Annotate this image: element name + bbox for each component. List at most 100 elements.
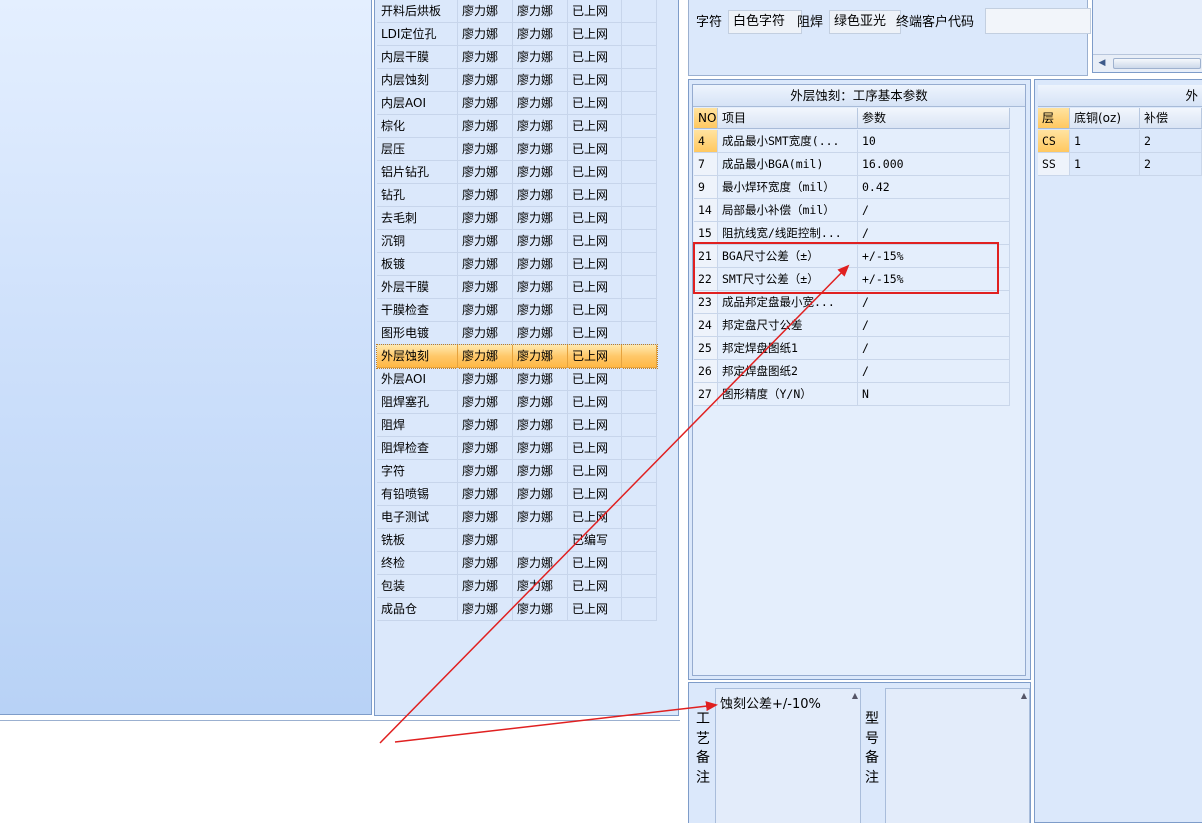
param-row[interactable]: 24 邦定盘尺寸公差 / (694, 314, 1010, 337)
process-empty-cell (622, 575, 657, 598)
process-row[interactable]: 成品仓 廖力娜 廖力娜 已上网 (377, 598, 657, 621)
process-row[interactable]: 板镀 廖力娜 廖力娜 已上网 (377, 253, 657, 276)
param-row[interactable]: 26 邦定焊盘图纸2/ (694, 360, 1010, 383)
process-operator-cell (513, 529, 568, 552)
process-row[interactable]: 内层蚀刻 廖力娜 廖力娜 已上网 (377, 69, 657, 92)
process-empty-cell (622, 460, 657, 483)
param-row[interactable]: 25 邦定焊盘图纸1/ (694, 337, 1010, 360)
param-row[interactable]: 27 图形精度（Y/N） N (694, 383, 1010, 406)
process-name-cell: 成品仓 (377, 598, 458, 621)
process-row[interactable]: 开料后烘板 廖力娜 廖力娜 已上网 (377, 0, 657, 23)
customer-code-input[interactable] (985, 8, 1091, 34)
process-operator-cell: 廖力娜 (458, 69, 513, 92)
process-operator-cell: 廖力娜 (458, 322, 513, 345)
process-row[interactable]: 钻孔 廖力娜 廖力娜 已上网 (377, 184, 657, 207)
layer-header-layer[interactable]: 层 (1038, 108, 1070, 129)
process-row[interactable]: 电子测试 廖力娜 廖力娜 已上网 (377, 506, 657, 529)
layer-row[interactable]: SS 1 2 (1038, 153, 1202, 176)
process-operator-cell: 廖力娜 (513, 437, 568, 460)
model-note-label: 型 号 备 注 (865, 711, 879, 786)
param-value-cell: 16.000 (858, 153, 1010, 176)
param-row[interactable]: 23 成品邦定盘最小宽... / (694, 291, 1010, 314)
process-status-cell: 已上网 (568, 483, 622, 506)
param-item-cell: 局部最小补偿（mil） (718, 199, 858, 222)
process-row[interactable]: 图形电镀 廖力娜 廖力娜 已上网 (377, 322, 657, 345)
process-row[interactable]: 外层蚀刻 廖力娜 廖力娜 已上网 (376, 344, 658, 369)
process-empty-cell (622, 92, 657, 115)
note-scroll-up-icon[interactable]: ▲ (852, 691, 858, 700)
process-name-cell: 外层蚀刻 (377, 345, 458, 368)
process-row[interactable]: 干膜检查 廖力娜 廖力娜 已上网 (377, 299, 657, 322)
process-name-cell: 电子测试 (377, 506, 458, 529)
process-row[interactable]: 沉铜 廖力娜 廖力娜 已上网 (377, 230, 657, 253)
param-value-cell: N (858, 383, 1010, 406)
param-no-cell: 24 (694, 314, 718, 337)
char-field[interactable]: 白色字符 (728, 10, 802, 34)
horizontal-scrollbar[interactable]: ◀ (1093, 54, 1202, 71)
process-row[interactable]: 有铅喷锡 廖力娜 廖力娜 已上网 (377, 483, 657, 506)
param-row[interactable]: 22 SMT尺寸公差（±） +/-15% (694, 268, 1010, 291)
param-header-no[interactable]: NO (694, 108, 718, 129)
param-no-cell: 7 (694, 153, 718, 176)
process-row[interactable]: 阻焊检查 廖力娜 廖力娜 已上网 (377, 437, 657, 460)
process-row[interactable]: 阻焊 廖力娜 廖力娜 已上网 (377, 414, 657, 437)
param-header-value[interactable]: 参数 (858, 108, 1010, 129)
param-no-cell: 14 (694, 199, 718, 222)
param-row[interactable]: 4 成品最小SMT宽度(... 10 (694, 130, 1010, 153)
process-row[interactable]: 字符 廖力娜 廖力娜 已上网 (377, 460, 657, 483)
process-operator-cell: 廖力娜 (513, 552, 568, 575)
layer-header-comp[interactable]: 补偿 (1140, 108, 1202, 129)
process-name-cell: 钻孔 (377, 184, 458, 207)
process-operator-cell: 廖力娜 (513, 184, 568, 207)
param-row[interactable]: 7 成品最小BGA(mil) 16.000 (694, 153, 1010, 176)
param-row[interactable]: 14 局部最小补偿（mil） / (694, 199, 1010, 222)
process-row[interactable]: 去毛刺 廖力娜 廖力娜 已上网 (377, 207, 657, 230)
process-empty-cell (622, 506, 657, 529)
model-note-scroll-up-icon[interactable]: ▲ (1021, 691, 1027, 700)
process-row[interactable]: 阻焊塞孔 廖力娜 廖力娜 已上网 (377, 391, 657, 414)
process-note-textarea[interactable]: 蚀刻公差+/-10% ▲ (715, 688, 861, 823)
customer-code-label: 终端客户代码 (896, 15, 975, 30)
param-row[interactable]: 9 最小焊环宽度（mil） 0.42 (694, 176, 1010, 199)
mask-field[interactable]: 绿色亚光 (829, 10, 901, 34)
process-row[interactable]: 铝片钻孔 廖力娜 廖力娜 已上网 (377, 161, 657, 184)
process-status-cell: 已上网 (568, 552, 622, 575)
layer-row[interactable]: CS 1 2 (1038, 130, 1202, 153)
param-header-item[interactable]: 项目 (718, 108, 858, 129)
process-row[interactable]: 终检 廖力娜 廖力娜 已上网 (377, 552, 657, 575)
param-row[interactable]: 21 BGA尺寸公差（±） +/-15% (694, 245, 1010, 268)
process-operator-cell: 廖力娜 (513, 414, 568, 437)
process-name-cell: 内层干膜 (377, 46, 458, 69)
process-row[interactable]: 外层干膜 廖力娜 廖力娜 已上网 (377, 276, 657, 299)
process-operator-cell: 廖力娜 (458, 575, 513, 598)
process-row[interactable]: 层压 廖力娜 廖力娜 已上网 (377, 138, 657, 161)
process-row[interactable]: 棕化 廖力娜 廖力娜 已上网 (377, 115, 657, 138)
layer-copper-cell: 1 (1070, 153, 1140, 176)
process-status-cell: 已编写 (568, 529, 622, 552)
param-item-cell: 邦定盘尺寸公差 (718, 314, 858, 337)
process-row[interactable]: 铣板 廖力娜 已编写 (377, 529, 657, 552)
process-row[interactable]: 内层干膜 廖力娜 廖力娜 已上网 (377, 46, 657, 69)
process-operator-cell: 廖力娜 (458, 391, 513, 414)
process-status-cell: 已上网 (568, 69, 622, 92)
process-operator-cell: 廖力娜 (513, 46, 568, 69)
process-operator-cell: 廖力娜 (513, 598, 568, 621)
process-operator-cell: 廖力娜 (513, 299, 568, 322)
process-operator-cell: 廖力娜 (513, 391, 568, 414)
process-note-text: 蚀刻公差+/-10% (720, 697, 821, 712)
param-row[interactable]: 15 阻抗线宽/线距控制... / (694, 222, 1010, 245)
scroll-left-arrow-icon[interactable]: ◀ (1095, 57, 1109, 70)
process-name-cell: 内层AOI (377, 92, 458, 115)
layer-header-copper[interactable]: 底铜(oz) (1070, 108, 1140, 129)
process-row[interactable]: 内层AOI 廖力娜 廖力娜 已上网 (377, 92, 657, 115)
process-row[interactable]: LDI定位孔 廖力娜 廖力娜 已上网 (377, 23, 657, 46)
process-operator-cell: 廖力娜 (458, 161, 513, 184)
process-empty-cell (622, 529, 657, 552)
left-bottom-white-area (0, 720, 680, 823)
process-operator-cell: 廖力娜 (458, 46, 513, 69)
process-row[interactable]: 包装 廖力娜 廖力娜 已上网 (377, 575, 657, 598)
scroll-thumb[interactable] (1113, 58, 1201, 69)
param-item-cell: 阻抗线宽/线距控制... (718, 222, 858, 245)
model-note-textarea[interactable]: ▲ (885, 688, 1030, 823)
process-row[interactable]: 外层AOI 廖力娜 廖力娜 已上网 (377, 368, 657, 391)
